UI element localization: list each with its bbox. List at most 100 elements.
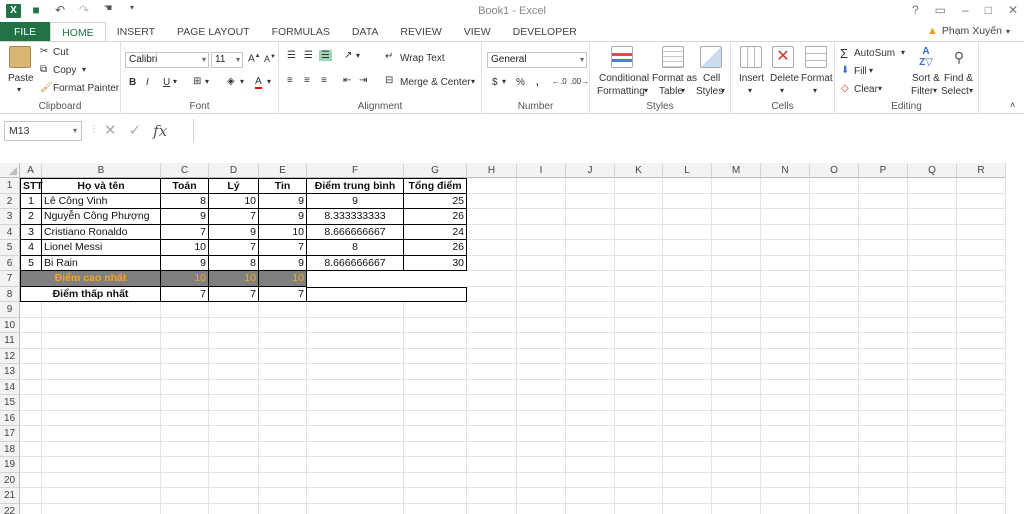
cell[interactable] <box>161 395 209 411</box>
max-score-cell[interactable]: 10 <box>161 271 209 287</box>
cell[interactable] <box>404 472 467 488</box>
cell[interactable] <box>20 503 42 514</box>
select-all-button[interactable] <box>0 163 20 178</box>
fill-dropdown-icon[interactable]: ▾ <box>869 66 873 75</box>
cell[interactable] <box>20 395 42 411</box>
cell[interactable] <box>663 178 712 194</box>
cell[interactable] <box>209 395 259 411</box>
cell[interactable] <box>307 302 404 318</box>
cell[interactable] <box>957 286 1006 302</box>
column-header-f[interactable]: F <box>307 163 404 178</box>
cell[interactable] <box>712 178 761 194</box>
cell[interactable] <box>810 441 859 457</box>
help-button[interactable]: ? <box>912 3 919 17</box>
cell[interactable] <box>859 410 908 426</box>
cell[interactable] <box>404 395 467 411</box>
cell[interactable] <box>517 224 566 240</box>
cell[interactable] <box>957 441 1006 457</box>
column-header-d[interactable]: D <box>209 163 259 178</box>
cell[interactable] <box>161 472 209 488</box>
cell[interactable] <box>957 224 1006 240</box>
sort-filter-dropdown-icon[interactable]: ▾ <box>933 86 937 95</box>
tab-formulas[interactable]: FORMULAS <box>261 22 341 42</box>
cell[interactable] <box>259 395 307 411</box>
cell[interactable] <box>161 457 209 473</box>
cell[interactable] <box>42 348 161 364</box>
cell[interactable] <box>663 240 712 256</box>
cell[interactable] <box>663 271 712 287</box>
redo-icon[interactable]: ↷ <box>76 3 92 17</box>
table-cell[interactable]: Nguyễn Công Phượng <box>42 209 161 225</box>
cell[interactable] <box>467 488 517 504</box>
tab-home[interactable]: HOME <box>50 22 106 42</box>
cell[interactable] <box>20 379 42 395</box>
cell[interactable] <box>517 410 566 426</box>
cell[interactable] <box>761 255 810 271</box>
cell[interactable] <box>761 379 810 395</box>
cell[interactable] <box>859 488 908 504</box>
table-cell[interactable]: 8 <box>161 193 209 209</box>
shrink-font-button[interactable]: A▼ <box>264 54 276 64</box>
cell[interactable] <box>42 379 161 395</box>
cell[interactable] <box>615 286 663 302</box>
format-painter-button[interactable]: Format Painter <box>53 83 119 94</box>
cell[interactable] <box>615 255 663 271</box>
cell[interactable] <box>859 271 908 287</box>
cell[interactable] <box>859 333 908 349</box>
cell[interactable] <box>467 240 517 256</box>
cell[interactable] <box>467 271 517 287</box>
cell[interactable] <box>957 488 1006 504</box>
cell[interactable] <box>810 488 859 504</box>
table-cell[interactable]: 10 <box>209 193 259 209</box>
user-account[interactable]: ▲ Phạm Xuyến ▾ <box>927 25 1010 37</box>
cell[interactable] <box>663 488 712 504</box>
insert-cells-icon[interactable] <box>740 46 762 68</box>
cell[interactable] <box>663 333 712 349</box>
cell[interactable] <box>908 240 957 256</box>
cell[interactable] <box>615 224 663 240</box>
cell[interactable] <box>859 178 908 194</box>
column-header-i[interactable]: I <box>517 163 566 178</box>
copy-dropdown-icon[interactable]: ▾ <box>82 65 86 74</box>
row-header-4[interactable]: 4 <box>0 224 20 240</box>
table-cell[interactable]: 7 <box>259 240 307 256</box>
cell[interactable] <box>859 426 908 442</box>
cell[interactable] <box>566 271 615 287</box>
cell[interactable] <box>859 379 908 395</box>
table-cell[interactable] <box>307 271 467 287</box>
cell[interactable] <box>209 426 259 442</box>
cell[interactable] <box>810 503 859 514</box>
cell[interactable] <box>517 426 566 442</box>
row-header-6[interactable]: 6 <box>0 255 20 271</box>
borders-icon[interactable]: ⊞ <box>193 76 201 87</box>
row-header-22[interactable]: 22 <box>0 503 20 514</box>
table-cell[interactable]: 8.666666667 <box>307 224 404 240</box>
cell[interactable] <box>259 488 307 504</box>
cell[interactable] <box>810 302 859 318</box>
close-button[interactable]: ✕ <box>1008 3 1018 17</box>
cell[interactable] <box>307 317 404 333</box>
find-select-button[interactable]: Find & <box>944 73 973 84</box>
header-cell[interactable]: Toán <box>161 178 209 194</box>
increase-indent-icon[interactable]: ⇥ <box>359 75 367 86</box>
cell[interactable] <box>908 193 957 209</box>
cell[interactable] <box>467 178 517 194</box>
min-score-cell[interactable]: 7 <box>161 286 209 302</box>
cell[interactable] <box>712 209 761 225</box>
align-middle-icon[interactable]: ☰ <box>304 50 313 61</box>
row-header-12[interactable]: 12 <box>0 348 20 364</box>
cell[interactable] <box>761 472 810 488</box>
autosum-button[interactable]: AutoSum <box>854 48 895 59</box>
format-as-table-dropdown-icon[interactable]: ▾ <box>681 86 685 95</box>
font-name-select[interactable]: Calibri ▾ <box>125 52 209 68</box>
cell[interactable] <box>404 410 467 426</box>
cell[interactable] <box>859 457 908 473</box>
font-color-icon[interactable]: A <box>255 76 262 89</box>
merge-center-button[interactable]: Merge & Center <box>400 77 471 88</box>
cell[interactable] <box>307 333 404 349</box>
conditional-formatting-icon[interactable] <box>611 46 633 68</box>
cell[interactable] <box>566 364 615 380</box>
cell[interactable] <box>42 457 161 473</box>
cell[interactable] <box>761 178 810 194</box>
delete-dropdown-icon[interactable]: ▾ <box>780 86 784 95</box>
